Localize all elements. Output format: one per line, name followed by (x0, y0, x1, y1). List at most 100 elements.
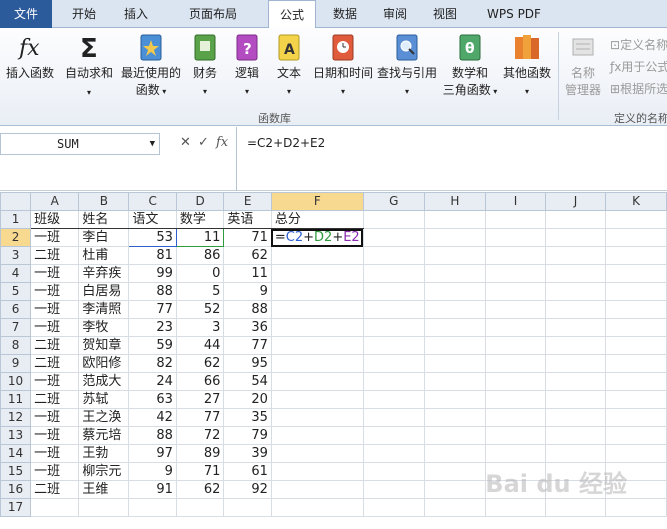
cell-d12[interactable]: 77 (175, 408, 225, 427)
row-header[interactable]: 1 (0, 210, 32, 229)
cell-d1[interactable]: 数学 (175, 210, 225, 229)
empty-cell[interactable] (484, 228, 547, 247)
cell-c4[interactable]: 99 (128, 264, 177, 283)
cell-c8[interactable]: 59 (128, 336, 177, 355)
cell-d15[interactable]: 71 (175, 462, 225, 481)
empty-cell[interactable] (484, 282, 547, 301)
cell-f15[interactable] (270, 462, 364, 481)
cell-c11[interactable]: 63 (128, 390, 177, 409)
empty-cell[interactable] (362, 336, 425, 355)
tab-file[interactable]: 文件 (0, 0, 52, 28)
empty-cell[interactable] (362, 408, 425, 427)
empty-cell[interactable] (423, 372, 486, 391)
empty-cell[interactable] (605, 426, 667, 445)
empty-cell[interactable] (544, 300, 607, 319)
empty-cell[interactable] (423, 264, 486, 283)
cell-a15[interactable]: 一班 (30, 462, 80, 481)
empty-cell[interactable] (484, 300, 547, 319)
cell-a17[interactable] (30, 498, 80, 517)
cell-b3[interactable]: 杜甫 (78, 246, 130, 265)
cell-a8[interactable]: 二班 (30, 336, 80, 355)
cell-f3[interactable] (270, 246, 364, 265)
cell-b17[interactable] (78, 498, 130, 517)
cell-e2[interactable]: 71 (223, 228, 272, 247)
cell-a11[interactable]: 二班 (30, 390, 80, 409)
row-header[interactable]: 13 (0, 426, 32, 445)
empty-cell[interactable] (362, 228, 425, 247)
text-button[interactable]: A 文本 ▾ (270, 32, 308, 100)
cell-b7[interactable]: 李牧 (78, 318, 130, 337)
row-header[interactable]: 5 (0, 282, 32, 301)
empty-cell[interactable] (423, 444, 486, 463)
cell-e1[interactable]: 英语 (223, 210, 272, 229)
column-header-i[interactable]: I (484, 192, 547, 211)
empty-cell[interactable] (605, 318, 667, 337)
cell-c2[interactable]: 53 (128, 228, 177, 247)
cell-d8[interactable]: 44 (175, 336, 225, 355)
empty-cell[interactable] (423, 408, 486, 427)
financial-button[interactable]: 财务 ▾ (186, 32, 224, 100)
cell-e6[interactable]: 88 (223, 300, 272, 319)
empty-cell[interactable] (605, 246, 667, 265)
select-all-corner[interactable] (0, 192, 32, 211)
cell-f5[interactable] (270, 282, 364, 301)
cell-d9[interactable]: 62 (175, 354, 225, 373)
tab-review[interactable]: 审阅 (372, 0, 418, 28)
cell-a7[interactable]: 一班 (30, 318, 80, 337)
empty-cell[interactable] (362, 498, 425, 517)
cell-b10[interactable]: 范成大 (78, 372, 130, 391)
cell-f2[interactable]: =C2+D2+E2 (270, 228, 364, 247)
cell-e16[interactable]: 92 (223, 480, 272, 499)
empty-cell[interactable] (605, 354, 667, 373)
row-header[interactable]: 9 (0, 354, 32, 373)
cell-b12[interactable]: 王之涣 (78, 408, 130, 427)
tab-insert[interactable]: 插入 (112, 0, 160, 28)
empty-cell[interactable] (484, 354, 547, 373)
empty-cell[interactable] (544, 354, 607, 373)
column-header-h[interactable]: H (423, 192, 486, 211)
cell-f16[interactable] (270, 480, 364, 499)
cell-f6[interactable] (270, 300, 364, 319)
empty-cell[interactable] (423, 210, 486, 229)
column-header-g[interactable]: G (362, 192, 425, 211)
cell-d6[interactable]: 52 (175, 300, 225, 319)
cell-a2[interactable]: 一班 (30, 228, 80, 247)
cell-a9[interactable]: 二班 (30, 354, 80, 373)
cell-c12[interactable]: 42 (128, 408, 177, 427)
cell-d3[interactable]: 86 (175, 246, 225, 265)
empty-cell[interactable] (362, 426, 425, 445)
cell-f4[interactable] (270, 264, 364, 283)
row-header[interactable]: 16 (0, 480, 32, 499)
empty-cell[interactable] (605, 390, 667, 409)
cell-b6[interactable]: 李清照 (78, 300, 130, 319)
empty-cell[interactable] (544, 246, 607, 265)
cell-e3[interactable]: 62 (223, 246, 272, 265)
empty-cell[interactable] (484, 336, 547, 355)
cell-f7[interactable] (270, 318, 364, 337)
empty-cell[interactable] (362, 264, 425, 283)
cell-c7[interactable]: 23 (128, 318, 177, 337)
cell-c13[interactable]: 88 (128, 426, 177, 445)
empty-cell[interactable] (544, 264, 607, 283)
tab-wps-pdf[interactable]: WPS PDF (474, 0, 554, 28)
empty-cell[interactable] (362, 354, 425, 373)
row-header[interactable]: 15 (0, 462, 32, 481)
cell-d13[interactable]: 72 (175, 426, 225, 445)
cell-f12[interactable] (270, 408, 364, 427)
cell-f10[interactable] (270, 372, 364, 391)
empty-cell[interactable] (484, 444, 547, 463)
column-header-b[interactable]: B (78, 192, 130, 211)
empty-cell[interactable] (544, 390, 607, 409)
empty-cell[interactable] (544, 228, 607, 247)
cell-e5[interactable]: 9 (223, 282, 272, 301)
row-header[interactable]: 12 (0, 408, 32, 427)
cell-c14[interactable]: 97 (128, 444, 177, 463)
cell-c10[interactable]: 24 (128, 372, 177, 391)
cell-a4[interactable]: 一班 (30, 264, 80, 283)
cell-c1[interactable]: 语文 (128, 210, 177, 229)
empty-cell[interactable] (423, 498, 486, 517)
empty-cell[interactable] (423, 228, 486, 247)
empty-cell[interactable] (605, 300, 667, 319)
empty-cell[interactable] (544, 408, 607, 427)
cell-e15[interactable]: 61 (223, 462, 272, 481)
